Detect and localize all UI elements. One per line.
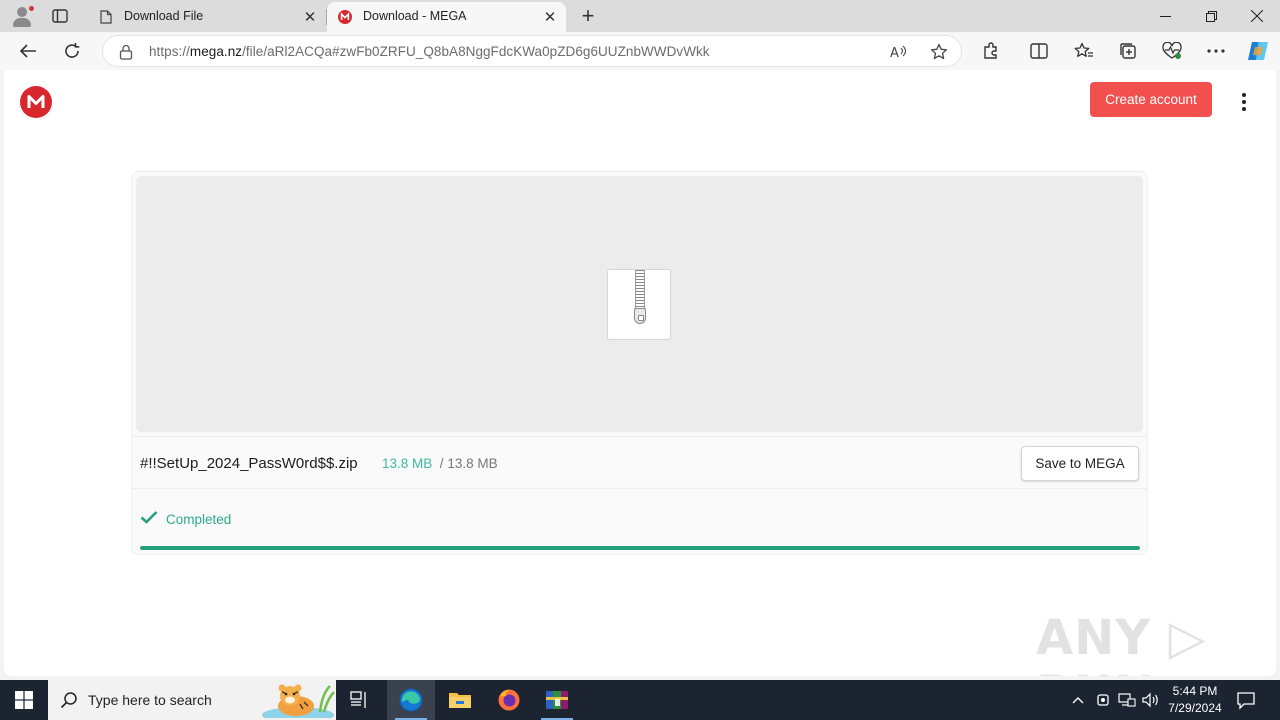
profile-avatar-icon[interactable]	[8, 4, 36, 28]
search-icon	[60, 691, 78, 709]
taskbar-search-box[interactable]: Type here to search	[48, 680, 336, 720]
page-content: Create account #!!SetUp_2024_PassW0rd$$.…	[4, 70, 1276, 676]
search-placeholder: Type here to search	[88, 692, 212, 708]
windows-taskbar: Type here to search 5:44 PM 7/29/2024	[0, 680, 1280, 720]
file-info-row: #!!SetUp_2024_PassW0rd$$.zip 13.8 MB / 1…	[132, 436, 1147, 489]
copilot-icon[interactable]	[1244, 37, 1272, 65]
file-explorer-icon[interactable]	[436, 680, 484, 720]
edge-taskbar-icon[interactable]	[387, 680, 435, 720]
search-highlight-tiger-icon	[260, 682, 336, 720]
page-icon	[99, 10, 113, 24]
favorite-star-icon[interactable]	[927, 40, 951, 64]
task-view-icon[interactable]	[336, 680, 384, 720]
taskbar-clock[interactable]: 5:44 PM 7/29/2024	[1162, 683, 1228, 717]
notification-center-icon[interactable]	[1236, 690, 1258, 710]
browser-toolbar: https://mega.nz/file/aRl2ACQa#zwFb0ZRFU_…	[0, 32, 1280, 70]
windows-start-icon[interactable]	[0, 680, 48, 720]
tab-actions-icon[interactable]	[46, 5, 74, 27]
tray-app-icon[interactable]	[1093, 690, 1113, 710]
url-text[interactable]: https://mega.nz/file/aRl2ACQa#zwFb0ZRFU_…	[149, 44, 710, 59]
mega-favicon	[338, 10, 352, 24]
firefox-icon[interactable]	[485, 680, 533, 720]
read-aloud-icon[interactable]: A	[887, 40, 911, 64]
winrar-icon[interactable]	[533, 680, 581, 720]
clock-date: 7/29/2024	[1168, 701, 1222, 715]
minimize-button[interactable]	[1142, 0, 1188, 32]
more-options-icon[interactable]	[1202, 37, 1230, 65]
create-account-button[interactable]: Create account	[1090, 82, 1212, 117]
tab-strip: Download File ✕ Download - MEGA ✕ +	[0, 0, 1280, 32]
total-size: 13.8 MB	[447, 456, 498, 471]
browser-essentials-icon[interactable]	[1158, 37, 1186, 65]
close-window-button[interactable]	[1234, 0, 1280, 32]
checkmark-icon	[140, 510, 158, 529]
file-name: #!!SetUp_2024_PassW0rd$$.zip	[140, 455, 358, 472]
favorites-icon[interactable]	[1070, 37, 1098, 65]
extensions-icon[interactable]	[977, 37, 1005, 65]
close-tab-icon[interactable]: ✕	[300, 7, 320, 27]
address-bar[interactable]: https://mega.nz/file/aRl2ACQa#zwFb0ZRFU_…	[102, 35, 962, 67]
lock-icon[interactable]	[119, 44, 133, 60]
progress-bar	[140, 546, 1140, 550]
close-tab-icon[interactable]: ✕	[540, 7, 560, 27]
tab-download-file[interactable]: Download File ✕	[88, 2, 326, 32]
split-screen-icon[interactable]	[1025, 37, 1053, 65]
progress-fill	[140, 546, 1140, 550]
mega-logo-icon[interactable]	[20, 86, 52, 118]
save-to-mega-button[interactable]: Save to MEGA	[1021, 446, 1139, 481]
tab-title: Download - MEGA	[363, 9, 467, 23]
volume-icon[interactable]	[1141, 690, 1161, 710]
svg-text:A: A	[890, 46, 899, 60]
zip-file-icon	[607, 269, 671, 340]
menu-kebab-icon[interactable]	[1234, 90, 1254, 114]
downloaded-size: 13.8 MB	[382, 456, 433, 471]
status-text: Completed	[166, 511, 232, 527]
tab-title: Download File	[124, 9, 204, 23]
show-hidden-icons-chevron-icon[interactable]	[1068, 690, 1088, 710]
restore-button[interactable]	[1188, 0, 1234, 32]
download-card: #!!SetUp_2024_PassW0rd$$.zip 13.8 MB / 1…	[131, 171, 1148, 555]
collections-icon[interactable]	[1114, 37, 1142, 65]
anyrun-watermark: ANY ▷ RUN	[1036, 610, 1207, 676]
network-icon[interactable]	[1117, 690, 1137, 710]
refresh-icon[interactable]	[58, 37, 86, 65]
file-preview	[136, 176, 1143, 432]
new-tab-button[interactable]: +	[575, 3, 601, 28]
back-arrow-icon[interactable]	[14, 37, 42, 65]
tab-download-mega[interactable]: Download - MEGA ✕	[327, 2, 566, 32]
download-status: Completed	[140, 509, 231, 529]
clock-time: 5:44 PM	[1172, 684, 1218, 698]
file-size: 13.8 MB / 13.8 MB	[382, 456, 498, 471]
